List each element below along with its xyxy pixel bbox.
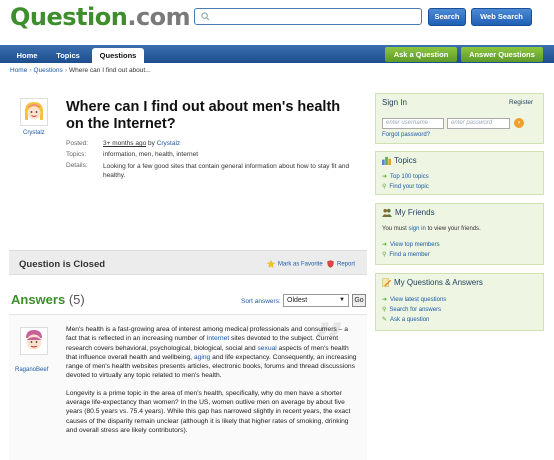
topics-label: Topics: bbox=[66, 151, 87, 158]
friends-title: My Friends bbox=[382, 208, 435, 218]
password-input[interactable]: enter password bbox=[447, 118, 510, 129]
signin-link[interactable]: sign in bbox=[408, 226, 425, 232]
answer-questions-button[interactable]: Answer Questions bbox=[461, 47, 543, 62]
answer-body: Men's health is a fast-growing area of i… bbox=[66, 326, 357, 434]
register-link[interactable]: Register bbox=[509, 99, 533, 106]
view-latest-questions-link[interactable]: ➜ View latest questions bbox=[382, 296, 446, 303]
search-answers-link[interactable]: ⚲ Search for answers bbox=[382, 306, 441, 313]
details-value: Looking for a few good sites that contai… bbox=[103, 163, 350, 179]
sort-label: Sort answers: bbox=[241, 298, 281, 305]
posted-user-link[interactable]: Crystalz bbox=[157, 140, 180, 147]
signin-title: Sign In bbox=[382, 98, 407, 107]
breadcrumb-questions[interactable]: Questions bbox=[34, 67, 63, 74]
top-100-topics-link[interactable]: ➜ Top 100 topics bbox=[382, 173, 429, 180]
arrow-right-icon: ➜ bbox=[382, 174, 388, 180]
report-link[interactable]: Report bbox=[327, 260, 355, 268]
posted-value: 3+ months ago by Crystalz bbox=[103, 140, 181, 147]
posted-label: Posted: bbox=[66, 140, 89, 147]
search-icon: ⚲ bbox=[382, 184, 387, 190]
inline-link[interactable]: aging bbox=[194, 354, 210, 361]
question-closed-bar: Question is Closed Mark as Favorite Repo… bbox=[9, 250, 367, 275]
answerer-name-link[interactable]: RaganoBeef bbox=[15, 367, 48, 373]
inline-link[interactable]: sexual bbox=[257, 345, 276, 352]
question-icon: ✎ bbox=[382, 317, 388, 323]
search-button[interactable]: Search bbox=[428, 8, 466, 26]
breadcrumb-home[interactable]: Home bbox=[10, 67, 27, 74]
mark-favorite-link[interactable]: Mark as Favorite bbox=[267, 260, 323, 268]
search-input[interactable] bbox=[194, 8, 422, 25]
asker-avatar[interactable] bbox=[20, 98, 48, 126]
login-go-button[interactable]: › bbox=[514, 118, 524, 128]
web-search-button[interactable]: Web Search bbox=[471, 8, 532, 26]
find-topic-link[interactable]: ⚲ Find your topic bbox=[382, 183, 429, 190]
question-title: Where can I find out about men's health … bbox=[66, 99, 341, 132]
friends-note: You must sign in to view your friends. bbox=[382, 226, 481, 232]
friends-icon bbox=[382, 209, 392, 218]
breadcrumb-current: Where can I find out about... bbox=[68, 67, 151, 74]
inline-link[interactable]: Internet bbox=[207, 335, 230, 342]
asker-name-link[interactable]: Crystalz bbox=[23, 130, 45, 136]
friends-box: My Friends You must sign in to view your… bbox=[375, 203, 544, 265]
details-label: Details: bbox=[66, 162, 88, 169]
ask-question-button[interactable]: Ask a Question bbox=[385, 47, 457, 62]
tab-topics[interactable]: Topics bbox=[51, 48, 85, 63]
topics-icon bbox=[382, 157, 391, 166]
answer-item: ” RaganoBeef Men's health is a fast-grow… bbox=[9, 311, 367, 460]
question-panel: Crystalz Where can I find out about men'… bbox=[9, 88, 367, 244]
topics-title: Topics bbox=[382, 156, 417, 166]
tab-questions[interactable]: Questions bbox=[92, 48, 144, 63]
sort-select[interactable]: Oldest ▼ bbox=[283, 294, 349, 307]
my-qa-title: My Questions & Answers bbox=[382, 278, 483, 288]
arrow-right-icon: ➜ bbox=[382, 297, 388, 303]
question-closed-title: Question is Closed bbox=[19, 259, 106, 270]
arrow-right-icon: ➜ bbox=[382, 242, 388, 248]
shield-icon bbox=[327, 260, 334, 268]
search-icon bbox=[201, 12, 210, 21]
tab-home[interactable]: Home bbox=[12, 48, 42, 63]
my-qa-box: My Questions & Answers ➜ View latest ques… bbox=[375, 273, 544, 331]
topics-box: Topics ➜ Top 100 topics ⚲ Find your topic bbox=[375, 151, 544, 195]
pencil-icon bbox=[382, 278, 391, 288]
find-member-link[interactable]: ⚲ Find a member bbox=[382, 251, 430, 258]
answers-heading: Answers (5) bbox=[11, 292, 85, 307]
search-icon: ⚲ bbox=[382, 252, 387, 258]
topics-links[interactable]: information, men, health, internet bbox=[103, 151, 198, 158]
ask-question-link[interactable]: ✎ Ask a question bbox=[382, 316, 429, 323]
username-input[interactable]: enter username bbox=[382, 118, 444, 129]
site-logo[interactable]: Question.com bbox=[10, 2, 191, 32]
view-top-members-link[interactable]: ➜ View top members bbox=[382, 241, 440, 248]
forgot-password-link[interactable]: Forgot password? bbox=[382, 132, 430, 138]
signin-box: Sign In Register enter username enter pa… bbox=[375, 93, 544, 144]
star-icon bbox=[267, 260, 275, 268]
answerer-avatar[interactable] bbox=[20, 327, 48, 355]
sort-go-button[interactable]: Go bbox=[352, 294, 366, 307]
main-navbar: Home Topics Questions Ask a Question Ans… bbox=[0, 45, 554, 63]
breadcrumb: Home › Questions › Where can I find out abou… bbox=[10, 67, 151, 74]
search-icon: ⚲ bbox=[382, 307, 387, 313]
chevron-down-icon: ▼ bbox=[339, 297, 345, 303]
